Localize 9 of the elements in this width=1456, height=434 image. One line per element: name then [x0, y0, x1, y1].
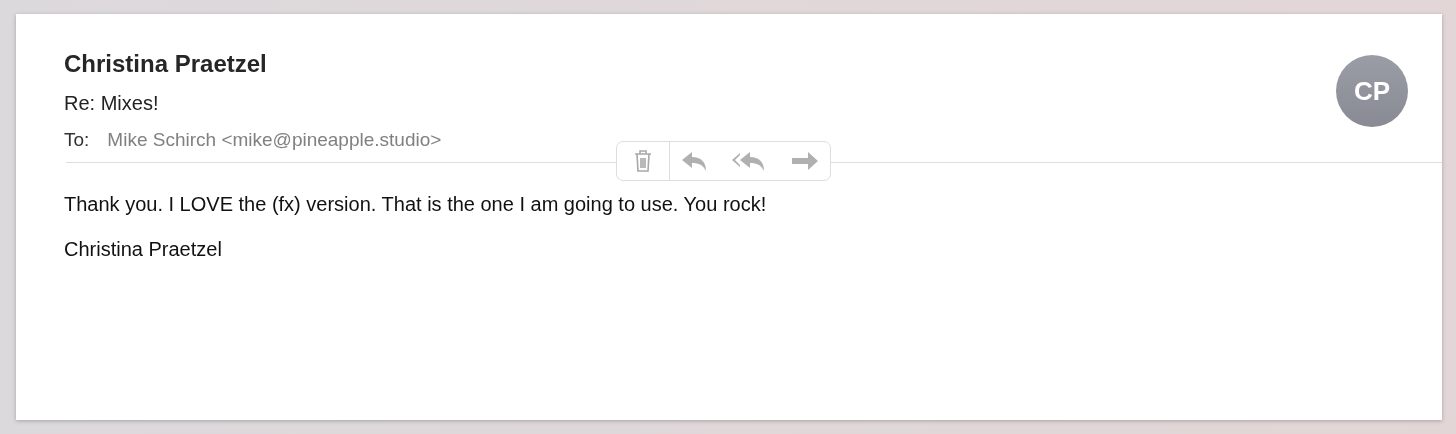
body-paragraph: Thank you. I LOVE the (fx) version. That is the one I am going to use. You rock! [64, 193, 768, 216]
recipient: Mike Schirch <mike@pineapple.studio> [107, 129, 442, 151]
body-paragraph: Christina Praetzel [64, 238, 223, 261]
sender-name: Christina Praetzel [64, 50, 268, 78]
to-label: To: [64, 129, 90, 151]
subject-line: Re: Mixes! [64, 92, 160, 115]
trash-icon [633, 149, 653, 173]
forward-arrow-icon [790, 150, 820, 172]
avatar: CP [1336, 55, 1408, 127]
